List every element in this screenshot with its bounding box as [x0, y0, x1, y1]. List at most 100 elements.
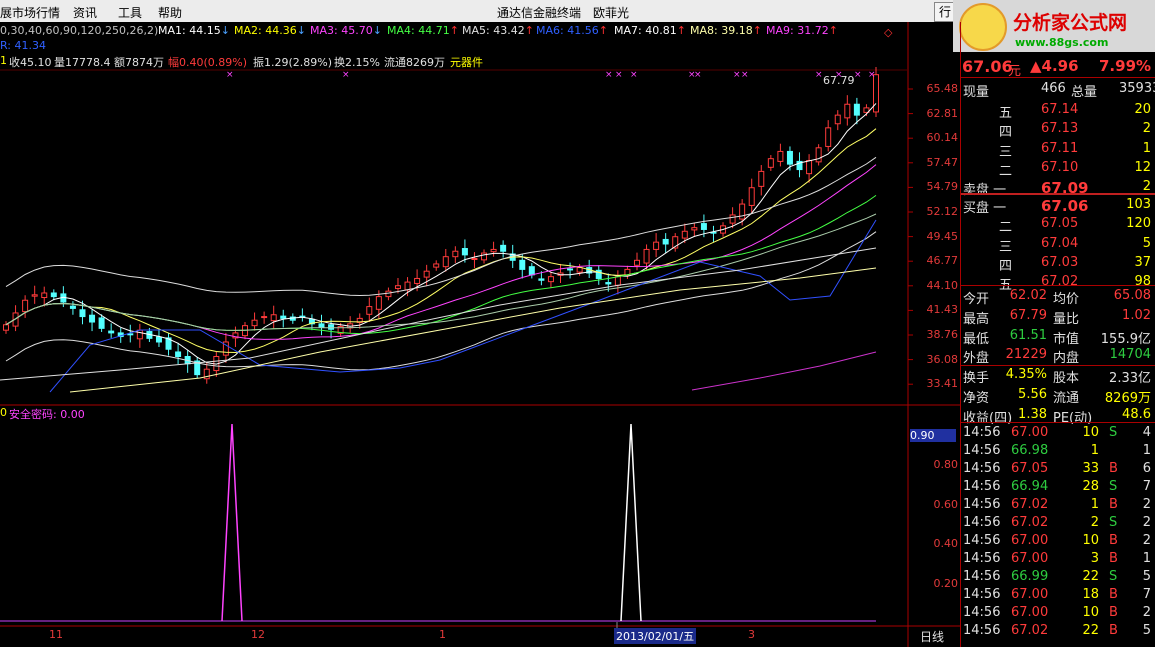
info-close: 收45.10	[9, 56, 52, 69]
candle-body	[500, 244, 507, 252]
info-change: 幅0.40(0.89%)	[168, 56, 248, 69]
tick-row[interactable]: 14:56 67.00 10 S 4	[961, 425, 1155, 443]
ma6-value: MA6: 41.56↑	[536, 24, 608, 37]
diamond-icon[interactable]: ◇	[884, 26, 892, 39]
indicator-tick: 0.80	[933, 458, 959, 471]
candle-body	[41, 292, 48, 299]
candle-body	[270, 314, 277, 322]
indicator-tick: 0.20	[933, 576, 959, 590]
ma8-value: MA8: 39.18↑	[690, 24, 762, 37]
candle-body	[366, 306, 373, 315]
candle-body	[414, 277, 421, 284]
candle-body	[127, 333, 134, 336]
arrow-up-icon: ↑	[598, 24, 608, 37]
ma9-value: MA9: 31.72↑	[766, 24, 838, 37]
arrow-up-icon: ↑	[524, 24, 534, 37]
sell-level-row[interactable]: 二 67.10 12	[961, 160, 1155, 179]
candle-body	[767, 158, 774, 168]
candle-body	[844, 103, 851, 119]
period-tab[interactable]: 日线	[920, 628, 944, 645]
ma-line	[5, 231, 877, 371]
buy-level-row[interactable]: 四 67.03 37	[961, 255, 1155, 274]
candle-body	[777, 150, 784, 162]
tick-row[interactable]: 14:56 66.98 1 1	[961, 443, 1155, 461]
price-tick: 54.79	[926, 180, 959, 194]
ma-params: 0,30,40,60,90,120,250,26,2)	[0, 24, 159, 37]
tick-row[interactable]: 14:56 67.00 10 B 2	[961, 533, 1155, 551]
candle-body	[643, 248, 650, 264]
ma-line	[5, 164, 877, 340]
signal-mark-icon: ×	[868, 70, 876, 80]
tick-row[interactable]: 14:56 67.00 18 B 7	[961, 587, 1155, 605]
ma-line	[5, 103, 877, 365]
tick-row[interactable]: 14:56 67.00 3 B 1	[961, 551, 1155, 569]
candle-body	[251, 319, 258, 327]
candle-body	[528, 266, 535, 276]
ma-line-blue	[49, 219, 877, 393]
logo-text: 分析家公式网	[1013, 12, 1128, 34]
candle-body	[423, 270, 430, 278]
buy-level-row[interactable]: 二 67.05 120	[961, 216, 1155, 235]
tick-row[interactable]: 14:56 66.94 28 S 7	[961, 479, 1155, 497]
tick-row[interactable]: 14:56 66.99 22 S 5	[961, 569, 1155, 587]
sell-level-row[interactable]: 四 67.13 2	[961, 121, 1155, 140]
candle-body	[490, 248, 497, 253]
info-volume: 量17778.4	[54, 56, 111, 69]
signal-mark-icon: ×	[733, 70, 741, 80]
signal-mark-icon: ×	[815, 70, 823, 80]
arrow-down-icon: ↓	[372, 24, 382, 37]
candle-body	[681, 230, 688, 239]
price-tick: 33.41	[926, 377, 959, 391]
candle-body	[739, 203, 746, 220]
tick-row[interactable]: 14:56 67.02 2 S 2	[961, 515, 1155, 533]
stat-row: 净资 5.56 流通 8269万	[963, 387, 1151, 406]
sell-level-row[interactable]: 五 67.14 20	[961, 102, 1155, 121]
signal-mark-icon: ×	[605, 70, 613, 80]
candle-body	[519, 259, 526, 270]
tick-row[interactable]: 14:56 67.00 10 B 2	[961, 605, 1155, 623]
stat-row: 换手 4.35% 股本 2.33亿	[963, 367, 1151, 387]
x-cursor-date: 2013/02/01/五	[614, 628, 697, 644]
x-label-jan: 1	[439, 628, 446, 641]
candle-body	[481, 252, 488, 261]
candle-body	[700, 223, 707, 230]
tick-row[interactable]: 14:56 67.02 1 B 2	[961, 497, 1155, 515]
candle-body	[758, 170, 765, 187]
buy-level-row[interactable]: 三 67.04 5	[961, 236, 1155, 255]
price-tick: 36.08	[926, 352, 959, 366]
stat-row: 外盘 21229 内盘 14704	[963, 347, 1151, 367]
signal-mark-icon: ×	[854, 70, 862, 80]
candle-body	[89, 314, 96, 323]
chart-high-label: 67.79	[823, 74, 855, 87]
candle-body	[605, 282, 612, 285]
tick-row[interactable]: 14:56 67.02 22 B 5	[961, 623, 1155, 641]
candle-body	[50, 292, 57, 298]
sell-level-row[interactable]: 三 67.11 1	[961, 141, 1155, 160]
ma-line	[5, 128, 877, 354]
candle-body	[442, 256, 449, 268]
ma7-value: MA7: 40.81↑	[614, 24, 686, 37]
tick-row[interactable]: 14:56 67.05 33 B 6	[961, 461, 1155, 479]
kline-chart[interactable]: × × × × × ×× × × × × × ×	[0, 0, 960, 647]
signal-mark-icon: ×	[342, 70, 350, 80]
price-tick: 46.77	[926, 254, 959, 268]
x-label-mar: 3	[748, 628, 755, 641]
ma2-value: MA2: 44.36↓	[234, 24, 306, 37]
buy-level-row[interactable]: 买盘 一 67.06 103	[961, 197, 1155, 216]
arrow-down-icon: ↓	[296, 24, 306, 37]
stat-row: 最低 61.51 市值 155.9亿	[963, 327, 1151, 347]
candle-body	[22, 299, 29, 313]
candle-body	[853, 103, 860, 116]
x-label-dec: 12	[251, 628, 265, 641]
ma3-value: MA3: 45.70↓	[310, 24, 382, 37]
candle-body	[328, 324, 335, 330]
stat-row: 今开 62.02 均价 65.08	[963, 288, 1151, 307]
price-tick: 62.81	[926, 106, 959, 120]
candle-body	[108, 330, 115, 334]
indicator-spike	[620, 423, 642, 622]
candle-body	[136, 329, 143, 340]
candle-body	[815, 147, 822, 163]
ma-line	[5, 194, 877, 335]
ma4-value: MA4: 44.71↑	[387, 24, 459, 37]
quote-total-vol: 35933	[1119, 81, 1155, 96]
